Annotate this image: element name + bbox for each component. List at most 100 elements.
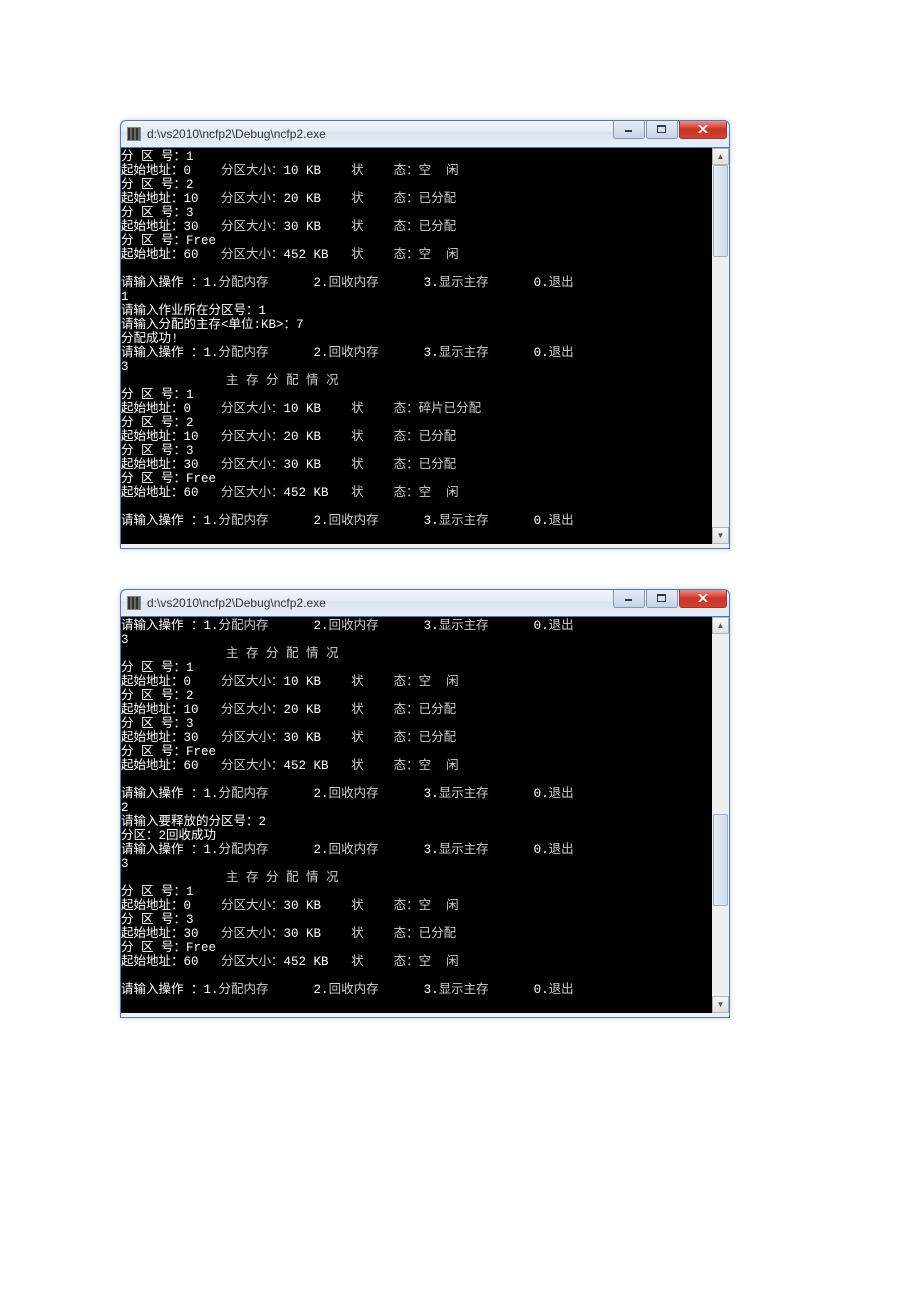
console-line: 请输入操作 ：1.分配内存 2.回收内存 3.显示主存 0.退出 bbox=[121, 843, 712, 857]
text-segment: 0 bbox=[184, 675, 192, 689]
minimize-button[interactable] bbox=[613, 120, 645, 139]
text-segment: 3. bbox=[424, 843, 439, 857]
console-window: d:\vs2010\ncfp2\Debug\ncfp2.exe分 区 号：1起始… bbox=[120, 120, 730, 549]
text-segment: 3. bbox=[424, 346, 439, 360]
scroll-up-button[interactable]: ▲ bbox=[712, 148, 729, 165]
console-line: 起始地址：10 分区大小：20 KB 状 态：已分配 bbox=[121, 192, 712, 206]
text-segment: 2 bbox=[259, 815, 267, 829]
text-segment: 分 区 号： bbox=[121, 661, 186, 675]
text-segment: 分区大小： bbox=[199, 248, 284, 262]
text-segment: 分区大小： bbox=[191, 402, 284, 416]
text-segment: 3 bbox=[186, 444, 194, 458]
scroll-up-button[interactable]: ▲ bbox=[712, 617, 729, 634]
console-line: 分 区 号：1 bbox=[121, 150, 712, 164]
console-line: 分 区 号：Free bbox=[121, 941, 712, 955]
text-segment: 分区大小： bbox=[199, 955, 284, 969]
text-segment: 60 bbox=[184, 955, 199, 969]
text-segment: 10 bbox=[184, 192, 199, 206]
console-line: 起始地址：0 分区大小：10 KB 状 态：空 闲 bbox=[121, 164, 712, 178]
console-line: 2 bbox=[121, 801, 712, 815]
text-segment: 请输入操作 ： bbox=[121, 346, 204, 360]
text-segment: 分配内存 bbox=[219, 346, 314, 360]
scroll-thumb[interactable] bbox=[713, 814, 728, 906]
text-segment: 30 bbox=[184, 458, 199, 472]
text-segment: 30 KB bbox=[284, 220, 322, 234]
text-segment: 60 bbox=[184, 248, 199, 262]
text-segment: 分区大小： bbox=[199, 192, 284, 206]
text-segment: 回收内存 bbox=[329, 843, 424, 857]
text-segment: 分区大小： bbox=[199, 703, 284, 717]
console-line: 请输入操作 ：1.分配内存 2.回收内存 3.显示主存 0.退出 bbox=[121, 983, 712, 997]
text-segment: 2 bbox=[186, 178, 194, 192]
console-line: 分 区 号：1 bbox=[121, 388, 712, 402]
text-segment: 10 KB bbox=[284, 675, 322, 689]
text-segment: 3 bbox=[121, 360, 129, 374]
console-line: 3 bbox=[121, 633, 712, 647]
console-line: 主 存 分 配 情 况 bbox=[121, 871, 712, 885]
text-segment: 显示主存 bbox=[439, 983, 534, 997]
text-segment: 分 区 号： bbox=[121, 913, 186, 927]
text-segment: 3 bbox=[186, 913, 194, 927]
app-icon bbox=[127, 596, 141, 610]
text-segment: 1 bbox=[186, 885, 194, 899]
text-segment: 退出 bbox=[549, 346, 574, 360]
console-line: 起始地址：30 分区大小：30 KB 状 态：已分配 bbox=[121, 731, 712, 745]
console-line: 起始地址：10 分区大小：20 KB 状 态：已分配 bbox=[121, 430, 712, 444]
console-line: 分 区 号：1 bbox=[121, 661, 712, 675]
text-segment: 状 态：碎片已分配 bbox=[321, 402, 481, 416]
scroll-track[interactable] bbox=[712, 165, 729, 527]
text-segment: 请输入分配的主存<单位:KB>： bbox=[121, 318, 296, 332]
text-segment: 分 区 号： bbox=[121, 150, 186, 164]
text-segment: 分区大小： bbox=[199, 759, 284, 773]
console-line: 起始地址：60 分区大小：452 KB 状 态：空 闲 bbox=[121, 248, 712, 262]
text-segment: 起始地址： bbox=[121, 703, 184, 717]
text-segment: 2. bbox=[314, 514, 329, 528]
text-segment: 分区大小： bbox=[191, 164, 284, 178]
titlebar[interactable]: d:\vs2010\ncfp2\Debug\ncfp2.exe bbox=[121, 121, 729, 148]
text-segment: 1. bbox=[204, 787, 219, 801]
scroll-down-button[interactable]: ▼ bbox=[712, 527, 729, 544]
console-line: 分 区 号：3 bbox=[121, 717, 712, 731]
text-segment: 分 区 号： bbox=[121, 178, 186, 192]
text-segment: 起始地址： bbox=[121, 955, 184, 969]
window-controls bbox=[613, 120, 727, 139]
console-line: 请输入操作 ：1.分配内存 2.回收内存 3.显示主存 0.退出 bbox=[121, 346, 712, 360]
text-segment: 1 bbox=[259, 304, 267, 318]
titlebar[interactable]: d:\vs2010\ncfp2\Debug\ncfp2.exe bbox=[121, 590, 729, 617]
console-line bbox=[121, 262, 712, 276]
text-segment: 0. bbox=[534, 983, 549, 997]
console-line: 请输入操作 ：1.分配内存 2.回收内存 3.显示主存 0.退出 bbox=[121, 619, 712, 633]
console-line: 分配成功! bbox=[121, 332, 712, 346]
text-segment: 10 KB bbox=[284, 164, 322, 178]
maximize-button[interactable] bbox=[646, 120, 678, 139]
scroll-thumb[interactable] bbox=[713, 165, 728, 257]
scroll-track[interactable] bbox=[712, 634, 729, 996]
minimize-button[interactable] bbox=[613, 589, 645, 608]
text-segment: 452 KB bbox=[284, 955, 329, 969]
text-segment: 分 区 号： bbox=[121, 206, 186, 220]
console-line: 请输入分配的主存<单位:KB>：7 bbox=[121, 318, 712, 332]
client-area: 请输入操作 ：1.分配内存 2.回收内存 3.显示主存 0.退出3 主 存 分 … bbox=[121, 617, 729, 1013]
text-segment: 1. bbox=[204, 843, 219, 857]
text-segment: 2 bbox=[186, 689, 194, 703]
close-button[interactable] bbox=[679, 589, 727, 608]
scroll-down-button[interactable]: ▼ bbox=[712, 996, 729, 1013]
console-line: 分 区 号：1 bbox=[121, 885, 712, 899]
text-segment: 回收内存 bbox=[329, 787, 424, 801]
console-line: 请输入操作 ：1.分配内存 2.回收内存 3.显示主存 0.退出 bbox=[121, 787, 712, 801]
text-segment: 30 KB bbox=[284, 899, 322, 913]
console-output[interactable]: 分 区 号：1起始地址：0 分区大小：10 KB 状 态：空 闲分 区 号：2起… bbox=[121, 148, 712, 544]
window-controls bbox=[613, 589, 727, 608]
text-segment: 0. bbox=[534, 514, 549, 528]
maximize-button[interactable] bbox=[646, 589, 678, 608]
vertical-scrollbar[interactable]: ▲▼ bbox=[712, 148, 729, 544]
text-segment: 0. bbox=[534, 276, 549, 290]
console-line: 请输入要释放的分区号：2 bbox=[121, 815, 712, 829]
text-segment: 1. bbox=[204, 983, 219, 997]
vertical-scrollbar[interactable]: ▲▼ bbox=[712, 617, 729, 1013]
text-segment: 0. bbox=[534, 843, 549, 857]
text-segment: 30 bbox=[184, 927, 199, 941]
text-segment: 状 态：空 闲 bbox=[321, 899, 459, 913]
close-button[interactable] bbox=[679, 120, 727, 139]
console-output[interactable]: 请输入操作 ：1.分配内存 2.回收内存 3.显示主存 0.退出3 主 存 分 … bbox=[121, 617, 712, 1013]
